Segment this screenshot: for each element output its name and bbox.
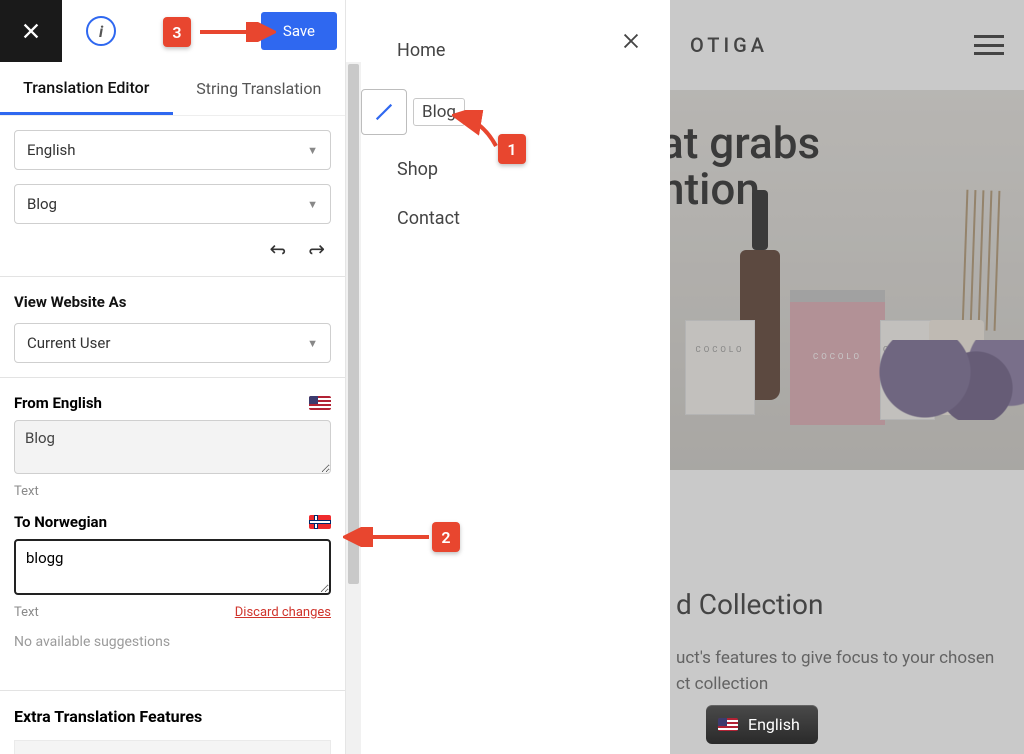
nav-home[interactable]: Home [397,40,465,61]
site-preview-menu: Home Blog Shop Contact [361,0,670,754]
view-as-select[interactable]: Current User ▼ [14,323,331,363]
edit-nav-item-button[interactable] [361,89,407,135]
extra-features-heading: Extra Translation Features [14,707,331,726]
translate-item-select[interactable]: Blog ▼ [14,184,331,224]
source-type-label: Text [14,484,331,499]
from-language-label: From English [14,394,102,412]
hamburger-button[interactable] [974,35,1004,55]
callout-2: 2 [432,522,460,552]
info-icon: i [99,22,103,41]
callout-3: 3 [163,17,191,47]
close-editor-button[interactable] [0,0,62,62]
pencil-icon [373,101,395,123]
close-icon [20,20,42,42]
translation-type-label: Text [14,605,39,620]
source-language-select[interactable]: English ▼ [14,130,331,170]
source-text [14,420,331,474]
arrow-2 [343,527,433,551]
select-value: English [27,141,76,159]
tab-string-translation[interactable]: String Translation [173,62,346,115]
select-value: Blog [27,195,57,213]
product-jar: COCOLO [685,320,755,415]
site-preview: OTIGA at grabs ntion COCOLO COCOLO COCOL… [670,0,1024,754]
language-switcher[interactable]: English [706,705,818,744]
close-icon [620,30,642,52]
redo-button[interactable]: ↪ [308,238,325,262]
view-as-heading: View Website As [14,293,331,311]
nav-contact[interactable]: Contact [397,208,465,229]
info-button[interactable]: i [86,16,116,46]
tab-translation-editor[interactable]: Translation Editor [0,62,173,115]
chevron-down-icon: ▼ [307,144,318,157]
sidebar-scrollbar[interactable] [346,62,361,754]
scrollbar-thumb[interactable] [348,64,359,584]
preview-header: OTIGA [670,0,1024,90]
no-flag-icon [309,515,331,529]
discard-changes-link[interactable]: Discard changes [235,605,331,620]
nav-shop[interactable]: Shop [397,159,465,180]
us-flag-icon [309,396,331,410]
chevron-down-icon: ▼ [307,337,318,350]
undo-button[interactable]: ↩ [269,238,286,262]
section-title: d Collection [676,588,1018,621]
to-language-label: To Norwegian [14,513,107,531]
language-switcher-label: English [748,715,800,734]
extra-features-box [14,740,331,754]
arrow-1 [452,110,500,156]
editor-tabs: Translation Editor String Translation [0,62,345,116]
close-menu-button[interactable] [620,30,642,58]
select-value: Current User [27,334,110,352]
suggestions-empty: No available suggestions [14,634,331,650]
translation-sidebar: i Save Translation Editor String Transla… [0,0,346,754]
us-flag-icon [718,718,738,731]
chevron-down-icon: ▼ [307,198,318,211]
hero-headline: at grabs ntion [670,120,820,212]
product-jar: COCOLO [790,290,885,425]
translation-input[interactable] [14,539,331,595]
lavender-decor [874,340,1024,420]
brand-logo: OTIGA [690,33,768,57]
callout-1: 1 [498,134,526,164]
arrow-3 [196,22,276,46]
section-text: uct's features to give focus to your cho… [676,645,1018,698]
editor-panel: English ▼ Blog ▼ ↩ ↪ View Website As Cur… [0,116,345,754]
